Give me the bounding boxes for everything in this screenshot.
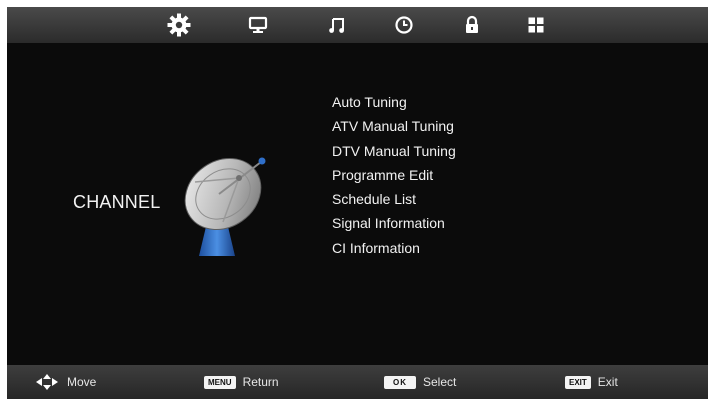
hint-select-label: Select	[423, 375, 457, 389]
menu-item-atv-manual-tuning[interactable]: ATV Manual Tuning	[332, 115, 456, 139]
menu-item-signal-information[interactable]: Signal Information	[332, 212, 456, 236]
menu-item-programme-edit[interactable]: Programme Edit	[332, 164, 456, 188]
menu-item-schedule-list[interactable]: Schedule List	[332, 188, 456, 212]
ok-key-button[interactable]: OK	[384, 375, 416, 389]
hint-move: Move	[35, 365, 96, 399]
music-note-icon	[329, 18, 344, 33]
tv-osd-screen: CHANNEL Auto Tuning ATV Manual Tuning DT	[7, 7, 708, 399]
monitor-icon	[248, 16, 268, 33]
hint-exit-label: Exit	[597, 375, 618, 389]
hint-return-label: Return	[242, 375, 279, 389]
tab-channel-settings[interactable]	[165, 11, 193, 39]
apps-grid-icon	[528, 17, 544, 33]
channel-menu: Auto Tuning ATV Manual Tuning DTV Manual…	[332, 91, 456, 261]
top-menu-bar	[7, 7, 708, 43]
tab-lock[interactable]	[458, 11, 486, 39]
tab-picture[interactable]	[244, 11, 272, 39]
hint-exit: EXIT Exit	[565, 365, 618, 399]
menu-key-button[interactable]: MENU	[204, 375, 236, 389]
menu-item-auto-tuning[interactable]: Auto Tuning	[332, 91, 456, 115]
hint-move-label: Move	[67, 375, 97, 389]
menu-item-ci-information[interactable]: CI Information	[332, 237, 456, 261]
gear-icon	[167, 13, 191, 37]
satellite-dish-icon	[184, 157, 266, 256]
lock-icon	[466, 15, 478, 33]
tab-time[interactable]	[390, 11, 418, 39]
hint-select: OK Select	[384, 365, 456, 399]
exit-key-button[interactable]: EXIT	[565, 375, 591, 389]
tab-setup[interactable]	[522, 11, 550, 39]
section-title: CHANNEL	[73, 192, 161, 212]
menu-item-dtv-manual-tuning[interactable]: DTV Manual Tuning	[332, 140, 456, 164]
tab-sound[interactable]	[323, 11, 351, 39]
arrows-move-icon	[36, 374, 58, 390]
clock-icon	[395, 16, 413, 34]
hint-return: MENU Return	[204, 365, 279, 399]
footer-hint-bar: Move MENU Return OK Select EXIT Exit	[7, 365, 708, 399]
